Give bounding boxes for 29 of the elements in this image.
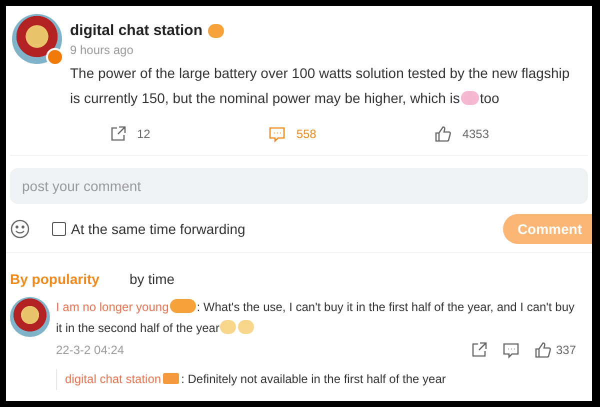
emoji-icon [220,320,236,334]
post-text: The power of the large battery over 100 watts solution tested by the new flagship is currently 150, but the nominal power may be higher, which is too [70,64,571,108]
like-action[interactable]: 4353 [434,125,490,143]
forward-checkbox[interactable]: At the same time forwarding [52,221,504,237]
thumbs-up-icon [434,125,452,143]
author-badge-icon [163,373,180,384]
comment-icon [268,125,286,143]
post-time: 9 hours ago [70,43,134,57]
share-action[interactable]: 12 [108,125,150,143]
commenter-link[interactable]: digital chat station [65,372,162,386]
comment-text: I am no longer young : What's the use, I can't buy it in the first half of the year, and I can't buy it in the second half of the year [56,298,576,337]
sort-tab[interactable]: by time [129,271,175,287]
fan-badge-icon [170,299,196,313]
share-icon [470,341,488,359]
share-icon [108,125,127,143]
smiley-icon[interactable] [10,219,30,239]
comment-input-field[interactable]: post your comment [10,168,588,204]
thumbs-up-icon [534,341,552,359]
author-name[interactable]: digital chat station [70,22,203,39]
emoji-icon [208,24,224,38]
like-count: 337 [556,343,576,357]
commenter-link[interactable]: I am no longer young [56,300,169,314]
emoji-icon [460,91,479,105]
comment-icon [502,341,520,359]
emoji-icon [238,320,254,334]
avatar[interactable] [12,14,62,64]
comment-time: 22-3-2 04:24 [56,343,126,357]
reply-text: digital chat station : Definitely not available in the first half of the year [65,371,447,388]
avatar[interactable] [10,297,50,337]
